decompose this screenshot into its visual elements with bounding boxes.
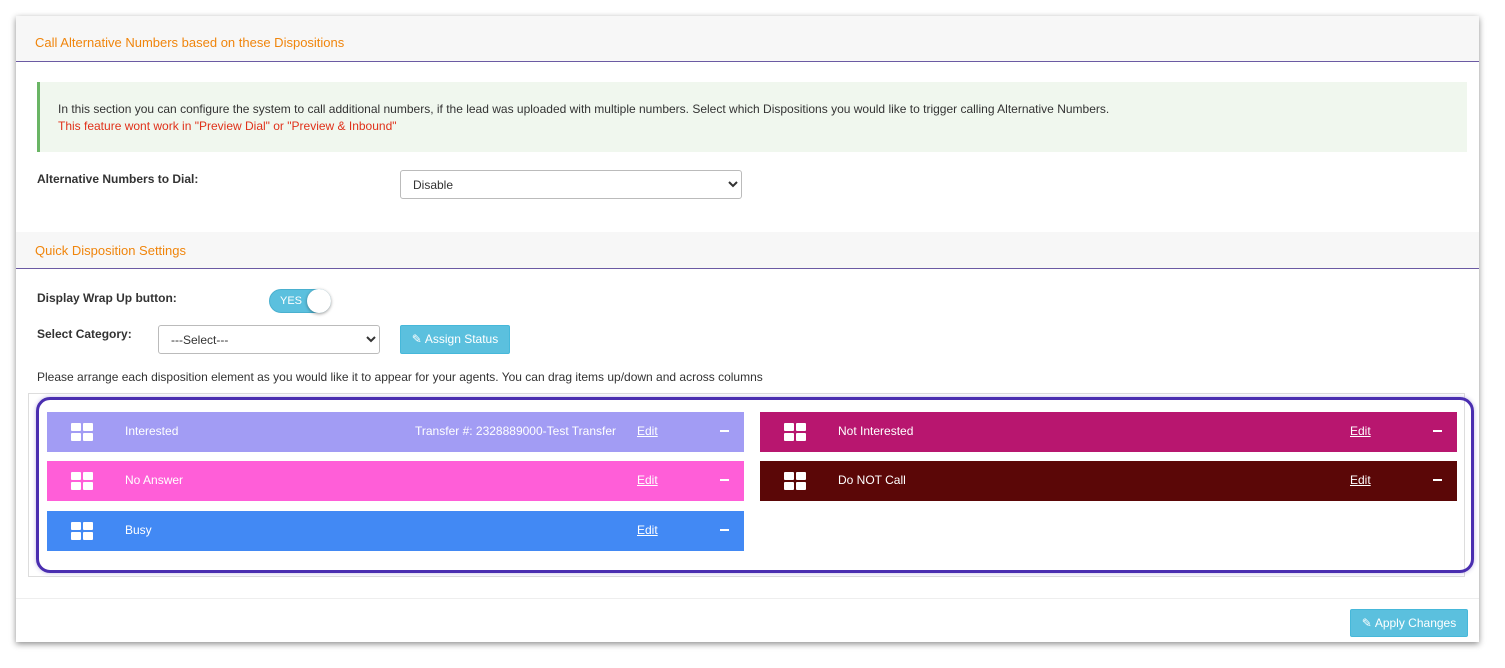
info-text: In this section you can configure the sy… xyxy=(58,102,1110,116)
highlight-outline xyxy=(36,397,1474,573)
quick-disposition-section-title: Quick Disposition Settings xyxy=(35,243,187,258)
footer-divider xyxy=(16,598,1479,599)
category-select[interactable]: ---Select--- xyxy=(158,325,380,354)
quick-disposition-section-header: Quick Disposition Settings xyxy=(16,232,1479,269)
settings-card: Call Alternative Numbers based on these … xyxy=(16,16,1479,642)
alt-numbers-section-header: Call Alternative Numbers based on these … xyxy=(16,16,1479,62)
alt-numbers-label: Alternative Numbers to Dial: xyxy=(37,172,199,186)
wrapup-toggle[interactable]: YES xyxy=(269,289,331,313)
wrapup-toggle-text: YES xyxy=(280,295,303,307)
apply-changes-button[interactable]: ✎ Apply Changes xyxy=(1350,609,1468,637)
alt-numbers-section-title: Call Alternative Numbers based on these … xyxy=(35,35,345,50)
edit-icon: ✎ xyxy=(411,332,422,346)
info-alert: In this section you can configure the sy… xyxy=(37,82,1467,152)
apply-changes-label: Apply Changes xyxy=(1374,616,1457,630)
assign-status-button[interactable]: ✎ Assign Status xyxy=(400,325,510,354)
wrapup-label: Display Wrap Up button: xyxy=(37,291,177,305)
toggle-knob xyxy=(307,289,331,313)
arrange-note: Please arrange each disposition element … xyxy=(37,370,763,384)
warning-text: This feature wont work in "Preview Dial"… xyxy=(58,119,397,133)
category-label: Select Category: xyxy=(37,327,132,341)
assign-status-label: Assign Status xyxy=(424,332,499,346)
edit-icon: ✎ xyxy=(1361,616,1372,630)
alt-numbers-select[interactable]: Disable xyxy=(400,170,742,199)
